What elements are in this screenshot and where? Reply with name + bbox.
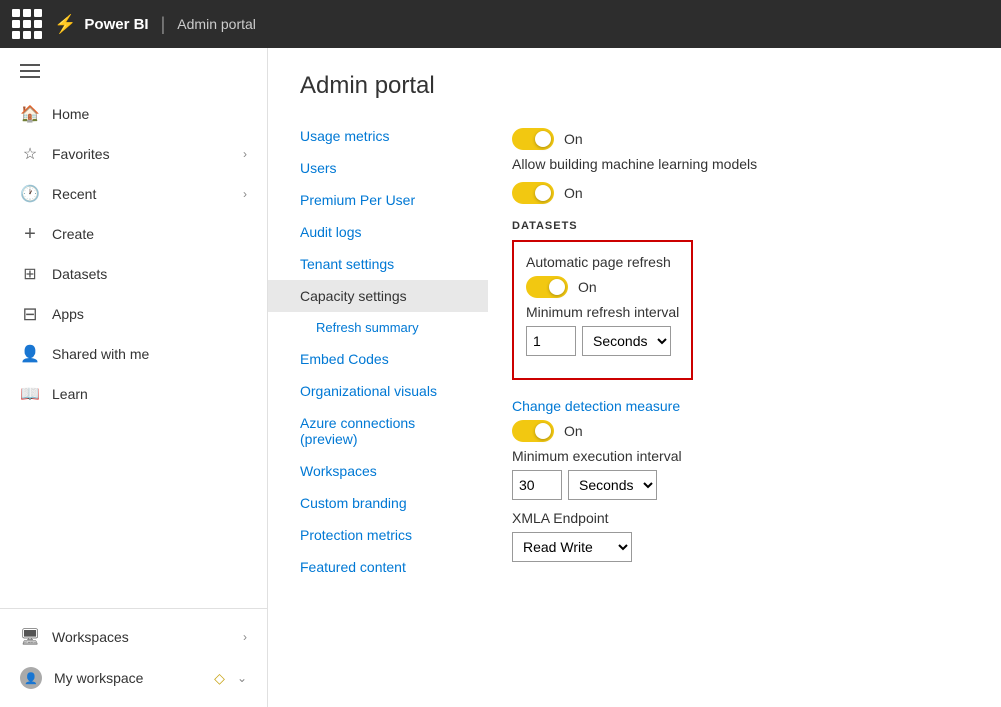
- brand-name: Power BI: [84, 16, 148, 33]
- sidebar-item-recent[interactable]: 🕐 Recent ›: [0, 174, 267, 214]
- second-toggle-row: On: [512, 182, 977, 204]
- sidebar-item-label: Workspaces: [52, 629, 231, 645]
- page-header: Admin portal: [268, 48, 1001, 112]
- min-refresh-interval-label: Minimum refresh interval: [526, 304, 679, 320]
- sidebar-item-workspaces[interactable]: 🖥 Workspaces ›: [0, 617, 267, 657]
- nav-workspaces[interactable]: Workspaces: [268, 455, 488, 487]
- datasets-section-label: DATASETS: [512, 220, 977, 232]
- home-icon: 🏠: [20, 104, 40, 124]
- min-refresh-unit-select[interactable]: Seconds Minutes Hours: [582, 326, 671, 356]
- change-detection-toggle[interactable]: [512, 420, 554, 442]
- sidebar-item-label: Learn: [52, 386, 247, 402]
- portal-title-nav: Admin portal: [177, 16, 256, 32]
- left-sidebar: 🏠 Home ☆ Favorites › 🕐 Recent › + Create…: [0, 48, 268, 707]
- create-icon: +: [20, 224, 40, 244]
- page-title: Admin portal: [300, 72, 969, 100]
- sidebar-item-create[interactable]: + Create: [0, 214, 267, 254]
- ml-models-toggle[interactable]: [512, 128, 554, 150]
- sidebar-item-label: Favorites: [52, 146, 231, 162]
- min-execution-label: Minimum execution interval: [512, 448, 977, 464]
- sidebar-item-home[interactable]: 🏠 Home: [0, 94, 267, 134]
- auto-page-refresh-box: Automatic page refresh On Minimum refres…: [512, 240, 693, 380]
- recent-icon: 🕐: [20, 184, 40, 204]
- sidebar-item-favorites[interactable]: ☆ Favorites ›: [0, 134, 267, 174]
- top-navigation: ⚡ Power BI | Admin portal: [0, 0, 1001, 48]
- nav-refresh-summary[interactable]: Refresh summary: [268, 312, 488, 343]
- sidebar-navigation: 🏠 Home ☆ Favorites › 🕐 Recent › + Create…: [0, 94, 267, 608]
- auto-refresh-toggle-state: On: [578, 279, 597, 295]
- min-execution-value-input[interactable]: [512, 470, 562, 500]
- second-toggle[interactable]: [512, 182, 554, 204]
- min-execution-unit-select[interactable]: Seconds Minutes Hours: [568, 470, 657, 500]
- hamburger-menu[interactable]: [16, 60, 251, 82]
- min-execution-input-row: Seconds Minutes Hours: [512, 470, 977, 500]
- nav-org-visuals[interactable]: Organizational visuals: [268, 375, 488, 407]
- chevron-right-icon: ›: [243, 187, 247, 201]
- auto-refresh-toggle-row: On: [526, 276, 679, 298]
- content-split: Usage metrics Users Premium Per User Aud…: [268, 112, 1001, 707]
- shared-icon: 👤: [20, 344, 40, 364]
- sidebar-item-datasets[interactable]: ⊞ Datasets: [0, 254, 267, 294]
- change-detection-toggle-row: On: [512, 420, 977, 442]
- xmla-input-row: Read Write Read Only Off: [512, 532, 977, 562]
- avatar: 👤: [20, 667, 42, 689]
- favorites-icon: ☆: [20, 144, 40, 164]
- diamond-icon: ◇: [214, 670, 225, 687]
- sidebar-item-label: Home: [52, 106, 247, 122]
- chevron-right-icon: ›: [243, 630, 247, 644]
- sidebar-item-label: Recent: [52, 186, 231, 202]
- auto-page-refresh-title: Automatic page refresh: [526, 254, 679, 270]
- brand-logo: ⚡ Power BI: [54, 14, 149, 35]
- ml-models-label: Allow building machine learning models: [512, 156, 977, 172]
- nav-tenant-settings[interactable]: Tenant settings: [268, 248, 488, 280]
- xmla-endpoint-select[interactable]: Read Write Read Only Off: [512, 532, 632, 562]
- min-refresh-value-input[interactable]: [526, 326, 576, 356]
- nav-premium-per-user[interactable]: Premium Per User: [268, 184, 488, 216]
- nav-protection-metrics[interactable]: Protection metrics: [268, 519, 488, 551]
- nav-users[interactable]: Users: [268, 152, 488, 184]
- min-refresh-input-row: Seconds Minutes Hours: [526, 326, 679, 356]
- datasets-icon: ⊞: [20, 264, 40, 284]
- nav-audit-logs[interactable]: Audit logs: [268, 216, 488, 248]
- app-grid-icon[interactable]: [12, 9, 42, 39]
- powerbi-icon: ⚡: [54, 14, 76, 35]
- sidebar-item-label: Datasets: [52, 266, 247, 282]
- change-detection-label[interactable]: Change detection measure: [512, 398, 977, 414]
- xmla-endpoint-label: XMLA Endpoint: [512, 510, 977, 526]
- nav-azure-connections[interactable]: Azure connections (preview): [268, 407, 488, 455]
- nav-capacity-settings[interactable]: Capacity settings: [268, 280, 488, 312]
- sidebar-item-label: Apps: [52, 306, 247, 322]
- sidebar-item-shared[interactable]: 👤 Shared with me: [0, 334, 267, 374]
- sidebar-item-myworkspace[interactable]: 👤 My workspace ◇ ⌄: [0, 657, 267, 699]
- nav-usage-metrics[interactable]: Usage metrics: [268, 120, 488, 152]
- workspaces-icon: 🖥: [20, 627, 40, 647]
- sidebar-item-label: My workspace: [54, 670, 202, 686]
- sidebar-item-learn[interactable]: 📖 Learn: [0, 374, 267, 414]
- change-detection-state: On: [564, 423, 583, 439]
- nav-featured-content[interactable]: Featured content: [268, 551, 488, 583]
- sidebar-item-label: Shared with me: [52, 346, 247, 362]
- learn-icon: 📖: [20, 384, 40, 404]
- sidebar-bottom: 🖥 Workspaces › 👤 My workspace ◇ ⌄: [0, 608, 267, 707]
- apps-icon: ⊟: [20, 304, 40, 324]
- auto-refresh-toggle[interactable]: [526, 276, 568, 298]
- settings-panel: On Allow building machine learning model…: [488, 112, 1001, 707]
- content-area: Admin portal Usage metrics Users Premium…: [268, 48, 1001, 707]
- nav-embed-codes[interactable]: Embed Codes: [268, 343, 488, 375]
- secondary-navigation: Usage metrics Users Premium Per User Aud…: [268, 112, 488, 707]
- second-toggle-state: On: [564, 185, 583, 201]
- chevron-right-icon: ›: [243, 147, 247, 161]
- chevron-down-icon: ⌄: [237, 671, 247, 685]
- sidebar-item-apps[interactable]: ⊟ Apps: [0, 294, 267, 334]
- nav-separator: |: [161, 14, 166, 35]
- nav-custom-branding[interactable]: Custom branding: [268, 487, 488, 519]
- ml-models-toggle-row: On: [512, 128, 977, 150]
- ml-toggle-state: On: [564, 131, 583, 147]
- sidebar-item-label: Create: [52, 226, 247, 242]
